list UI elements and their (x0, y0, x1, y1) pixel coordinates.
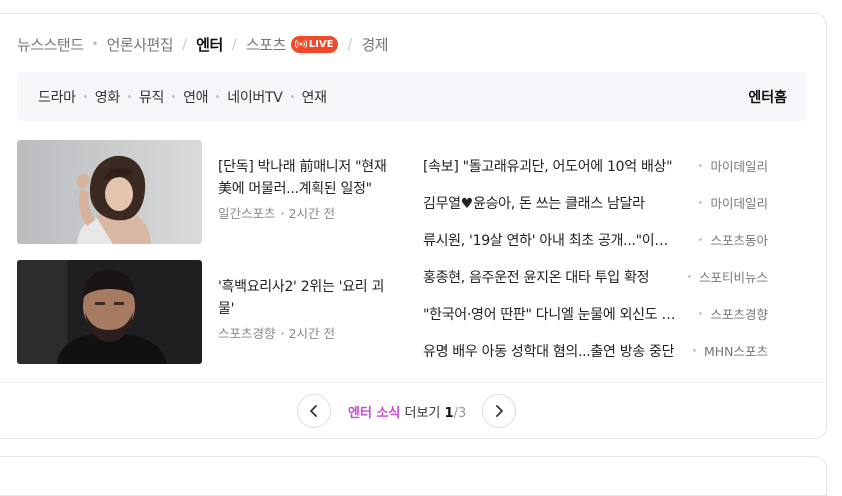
pagination: 엔터 소식 더보기 1/3 (297, 393, 517, 429)
article-source[interactable]: 일간스포츠 (218, 206, 276, 221)
article-time: 2시간 전 (288, 206, 335, 221)
subnav-dot (172, 95, 176, 98)
headline-row: "한국어·영어 딴판" 다니엘 눈물에 외신도 주목 스포츠경향 (423, 295, 768, 332)
tab-separator-slash: / (347, 35, 353, 53)
featured-article-title[interactable]: '흑백요리사2' 2위는 '요리 괴물' (218, 276, 398, 320)
featured-article-2: '흑백요리사2' 2위는 '요리 괴물' 스포츠경향 2시간 전 (218, 276, 398, 345)
headline-row: 유명 배우 아동 성학대 혐의...출연 방송 중단 MHN스포츠 (423, 332, 768, 369)
tab-separator-slash: / (231, 35, 237, 53)
headline-title[interactable]: 홍종현, 음주운전 윤지온 대타 투입 확정 (423, 267, 678, 287)
headline-title[interactable]: "한국어·영어 딴판" 다니엘 눈물에 외신도 주목 (423, 304, 678, 324)
headline-source[interactable]: 마이데일리 (699, 156, 768, 175)
tab-entertainment[interactable]: 엔터 (196, 34, 223, 55)
article-source[interactable]: 스포츠경향 (218, 326, 276, 341)
panel-divider (0, 382, 826, 383)
news-tabs: 뉴스스탠드 • 언론사편집 / 엔터 / 스포츠 LIVE / 경제 (17, 32, 389, 56)
featured-thumbnail-2[interactable] (17, 260, 202, 364)
prev-page-button[interactable] (297, 394, 331, 428)
tab-economy[interactable]: 경제 (361, 34, 388, 55)
subnav-music[interactable]: 뮤직 (139, 87, 164, 107)
tab-sports[interactable]: 스포츠 (246, 34, 286, 55)
subnav-dot (216, 95, 220, 98)
headline-source[interactable]: 스포츠경향 (699, 304, 768, 323)
headline-source[interactable]: 스포티비뉴스 (687, 267, 768, 286)
headline-source[interactable]: 스포츠동아 (699, 230, 768, 249)
entertainment-home-link[interactable]: 엔터홈 (748, 87, 787, 107)
pager-total: /3 (453, 405, 467, 421)
chevron-left-icon (310, 405, 317, 417)
next-page-button[interactable] (482, 394, 517, 428)
subnav-dot (290, 95, 294, 98)
subnav-romance[interactable]: 연애 (183, 87, 208, 107)
entertainment-subnav: 드라마 영화 뮤직 연애 네이버TV 연재 엔터홈 (17, 72, 807, 121)
next-panel (0, 456, 827, 496)
headline-source[interactable]: 마이데일리 (699, 193, 768, 212)
headline-title[interactable]: 류시원, '19살 연하' 아내 최초 공개..."이렇게 예뻐" (423, 230, 678, 250)
tab-separator-dot: • (91, 37, 99, 51)
subnav-movie[interactable]: 영화 (95, 87, 120, 107)
pager-highlight: 엔터 소식 (348, 405, 401, 421)
broadcast-icon (294, 39, 307, 49)
subnav-series[interactable]: 연재 (302, 87, 327, 107)
pager-current: 1 (444, 405, 454, 421)
subnav-navertv[interactable]: 네이버TV (227, 87, 283, 107)
subnav-drama[interactable]: 드라마 (38, 87, 76, 107)
article-time: 2시간 전 (288, 326, 335, 341)
featured-article-title[interactable]: [단독] 박나래 前매니저 "현재 美에 머물러...계획된 일정" (218, 156, 398, 200)
featured-article-meta: 일간스포츠 2시간 전 (218, 203, 398, 225)
live-badge-label: LIVE (308, 38, 334, 50)
headline-row: 홍종현, 음주운전 윤지온 대타 투입 확정 스포티비뉴스 (423, 258, 768, 295)
headline-row: [속보] "돌고래유괴단, 어도어에 10억 배상" 마이데일리 (423, 147, 768, 184)
pager-more: 더보기 (404, 405, 441, 421)
headline-list: [속보] "돌고래유괴단, 어도어에 10억 배상" 마이데일리 김무열♥윤승아… (423, 147, 768, 369)
headline-title[interactable]: 유명 배우 아동 성학대 혐의...출연 방송 중단 (423, 341, 678, 361)
headline-title[interactable]: 김무열♥윤승아, 돈 쓰는 클래스 남달라 (423, 193, 678, 213)
tab-press-edit[interactable]: 언론사편집 (107, 34, 174, 55)
headline-title[interactable]: [속보] "돌고래유괴단, 어도어에 10억 배상" (423, 156, 678, 176)
subnav-dot (83, 95, 87, 98)
subnav-dot (127, 95, 131, 98)
tab-separator-slash: / (182, 35, 188, 53)
pager-label: 엔터 소식 더보기 1/3 (348, 402, 466, 421)
headline-source[interactable]: MHN스포츠 (692, 341, 768, 360)
tab-newsstand[interactable]: 뉴스스탠드 (17, 34, 84, 55)
headline-row: 김무열♥윤승아, 돈 쓰는 클래스 남달라 마이데일리 (423, 184, 768, 221)
featured-article-meta: 스포츠경향 2시간 전 (218, 323, 398, 345)
chevron-right-icon (496, 405, 504, 417)
live-badge[interactable]: LIVE (290, 35, 339, 53)
featured-article-1: [단독] 박나래 前매니저 "현재 美에 머물러...계획된 일정" 일간스포츠… (218, 156, 398, 225)
featured-thumbnail-1[interactable] (17, 140, 202, 244)
headline-row: 류시원, '19살 연하' 아내 최초 공개..."이렇게 예뻐" 스포츠동아 (423, 221, 768, 258)
man-portrait-image (17, 260, 202, 364)
woman-portrait-image (17, 140, 202, 244)
